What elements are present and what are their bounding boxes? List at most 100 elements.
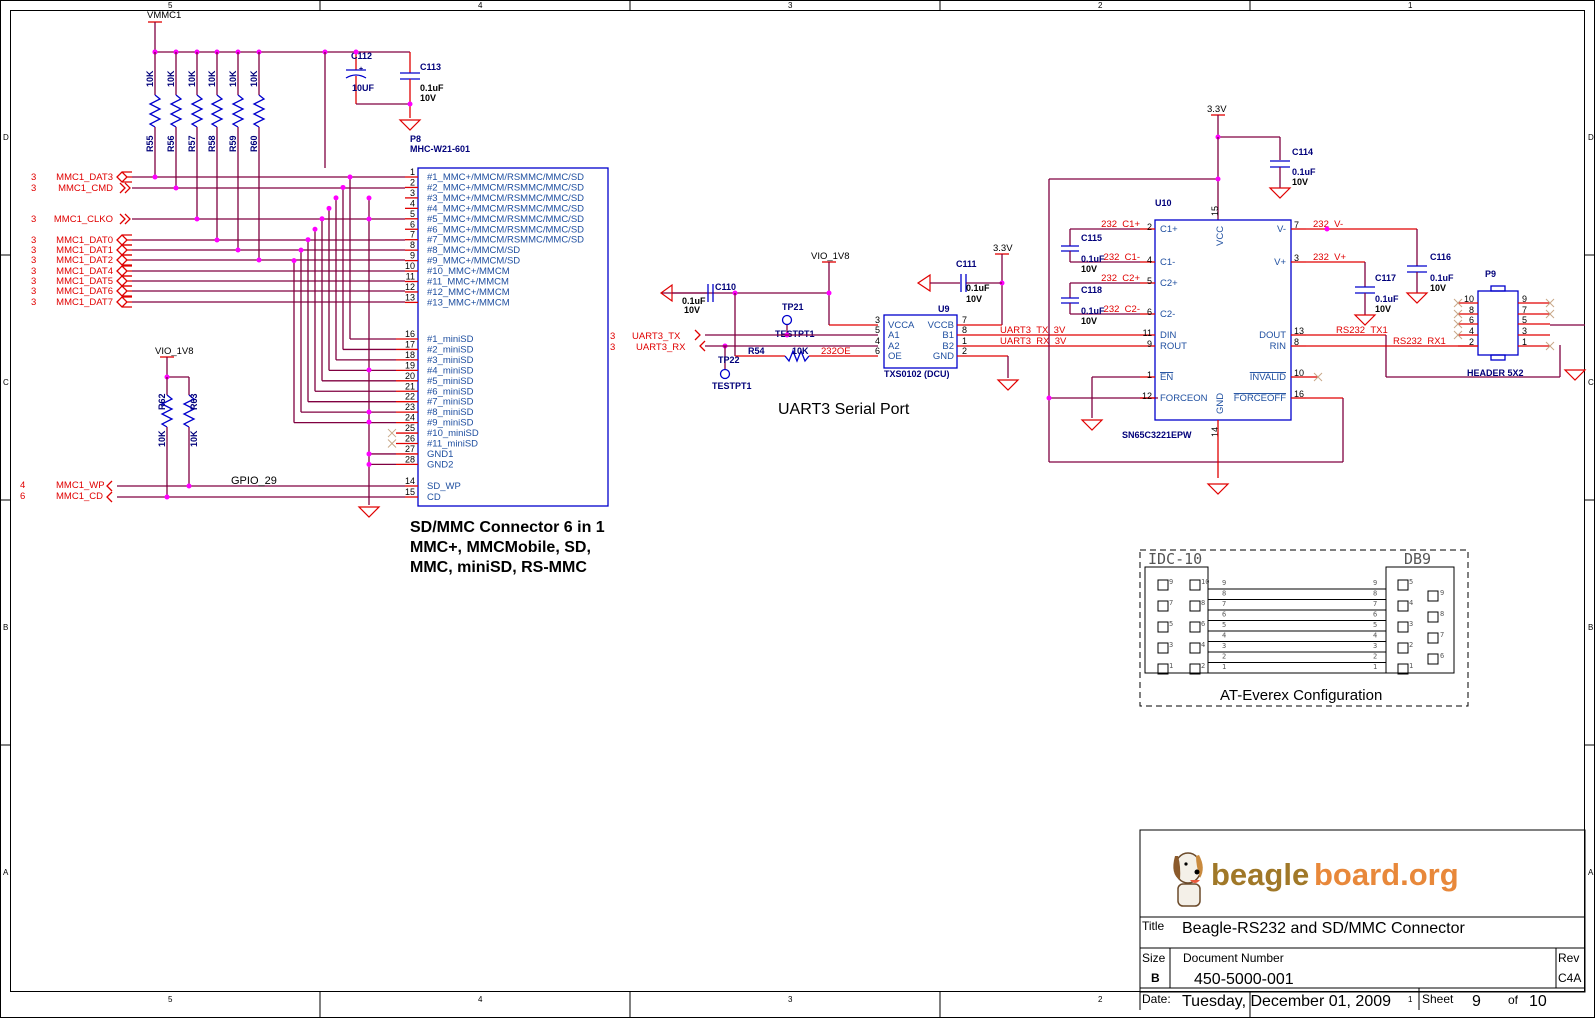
header-p9: P9 HEADER 5X2 108642 97531 (1453, 269, 1555, 378)
pin-number: 6 (875, 346, 880, 356)
pin-name: #8_miniSD (427, 407, 474, 418)
no-connect-mark (387, 428, 397, 438)
c111-ref: C111 (956, 259, 977, 269)
u10-pin-c2: 5 C2+232_C2+ (1101, 273, 1178, 289)
wire-number-left: 1 (1222, 663, 1226, 671)
pin-name: GND1 (427, 449, 453, 460)
offpage-mmc1-cd[interactable]: 6 MMC1_CD (20, 491, 113, 503)
idc-pin-number: 1 (1169, 662, 1173, 670)
pin-number: 15 (405, 487, 415, 497)
ground-symbol (916, 273, 931, 293)
offpage-mmc1-cmd[interactable]: 3 MMC1_CMD (31, 182, 405, 194)
capacitor-c116: C116 0.1uF 10V (1405, 229, 1454, 304)
p9-pin-2: 2 (1469, 337, 1474, 347)
wire-number-left: 9 (1222, 579, 1226, 587)
net-uart3-tx-3v: UART3_TX_3V (1000, 325, 1066, 336)
u10-pin-v: 3V+ 232_V+ (1274, 252, 1346, 268)
pin-number: 14 (405, 476, 415, 486)
capacitor-c113: C113 0.1uF 10V (398, 52, 444, 131)
sheet-label: Sheet (1422, 992, 1454, 1006)
offpage-uart3-tx[interactable]: 3 UART3_TX (610, 329, 701, 342)
u10-pin-en: 1 EN (1140, 370, 1173, 383)
r54-value: 10K (792, 346, 809, 356)
wire-number-right: 1 (1373, 663, 1377, 671)
c113-voltage: 10V (420, 93, 436, 103)
p9-part: HEADER 5X2 (1467, 368, 1524, 378)
pin-number: 11 (406, 272, 415, 282)
pin-name: CD (427, 492, 441, 503)
net-label: MMC1_CLKO (54, 214, 113, 225)
capacitor-c111: C111 0.1uF 10V (930, 259, 1002, 304)
junction-dot (194, 216, 200, 222)
pin-name: #11_MMC+/MMCM (427, 277, 509, 288)
pin-number: 3 (1294, 253, 1299, 263)
c116-ref: C116 (1430, 252, 1451, 262)
sheet-ref: 3 (31, 286, 36, 297)
pin-number: 24 (405, 413, 415, 423)
pin-number: 4 (410, 198, 415, 208)
sdmmc-section: VMMC1 C112 + 10UF C113 0.1uF 10V P8 MHC-… (20, 10, 609, 576)
capacitor-c110: C110 0.1uF 10V (672, 282, 736, 315)
db9-pin-pad (1397, 600, 1409, 612)
pin-number: 2 (962, 346, 967, 356)
p9-pin-7: 7 (1522, 305, 1527, 315)
junction-dot (366, 367, 372, 373)
tp22-ref: TP22 (718, 355, 740, 365)
offpage-uart3-rx[interactable]: 3 UART3_RX (610, 340, 706, 353)
frame-col-label: 2 (1098, 1, 1103, 10)
pin-name: V+ (1274, 257, 1286, 268)
idc10-title: IDC-10 (1148, 550, 1202, 568)
wire-number-left: 6 (1222, 611, 1226, 619)
pin-number: 23 (405, 402, 415, 412)
logo-text-beagle: beagle (1211, 857, 1309, 892)
pin-number: 13 (405, 292, 415, 302)
pin-name: C1- (1160, 257, 1175, 268)
db9-pin-pad (1397, 579, 1409, 591)
net-uart3-rx-3v: UART3_RX_3V (1000, 336, 1067, 347)
p9-pin-5: 5 (1522, 315, 1527, 325)
pin-number: 7 (1294, 220, 1299, 230)
beagle-logo (1173, 852, 1203, 907)
power-3v3-label: 3.3V (993, 243, 1013, 254)
offpage-mmc1-dat2[interactable]: 3 MMC1_DAT2 (31, 254, 405, 266)
gpio29-label: GPIO_29 (231, 475, 277, 487)
svg-text:3: 3 (610, 331, 615, 342)
bidir-port-icon (116, 275, 132, 287)
frame-row-label: A (3, 868, 9, 877)
offpage-mmc1-dat7[interactable]: 3 MMC1_DAT7 (31, 296, 405, 308)
u10-pin-c1: 2 C1+232_C1+ (1101, 219, 1178, 235)
no-connect-mark (387, 439, 397, 448)
capacitor-c117: C117 0.1uF 10V (1353, 262, 1399, 326)
bidir-port-icon (116, 285, 132, 297)
db9-pin-number: 4 (1409, 599, 1413, 607)
db9-pin-pad (1427, 590, 1439, 602)
tp21-ref: TP21 (782, 302, 804, 312)
net-label: MMC1_DAT3 (56, 172, 113, 183)
offpage-mmc1-dat6[interactable]: 3 MMC1_DAT6 (31, 285, 405, 297)
frame-row-label: D (1588, 133, 1594, 142)
idc-pin-number: 4 (1201, 641, 1205, 649)
pin-number: 4 (875, 336, 880, 346)
wire-number-right: 4 (1373, 632, 1377, 640)
pin-number: 22 (405, 392, 415, 402)
pin-name: #3_miniSD (427, 355, 474, 366)
resistor-value: 10K (187, 70, 197, 87)
wire-number-left: 4 (1222, 632, 1226, 640)
u10-pin-din: 11 DIN (1140, 328, 1177, 341)
pin-name: INVALID (1250, 372, 1286, 383)
pin-name: V- (1277, 224, 1286, 235)
offpage-mmc1-wp[interactable]: 4 MMC1_WP (20, 480, 113, 492)
svg-text:6: 6 (20, 491, 25, 502)
r63-ref: R63 (189, 393, 199, 410)
u10-pin-c2: 6 C2-232_C2- (1104, 304, 1176, 320)
c114-voltage: 10V (1292, 177, 1308, 187)
junction-dot (366, 461, 372, 467)
mmc1-wp-label: MMC1_WP (56, 480, 105, 491)
pin-name: #6_miniSD (427, 386, 474, 397)
junction-dot (298, 247, 304, 253)
u10-ref: U10 (1155, 198, 1172, 208)
u10-pin-v: 7V- 232_V- (1277, 219, 1343, 235)
u9-pin-oe: OE (888, 351, 902, 362)
offpage-mmc1-clko[interactable]: 3 MMC1_CLKO (31, 213, 405, 225)
frame-col-label: 1 (1408, 995, 1413, 1004)
